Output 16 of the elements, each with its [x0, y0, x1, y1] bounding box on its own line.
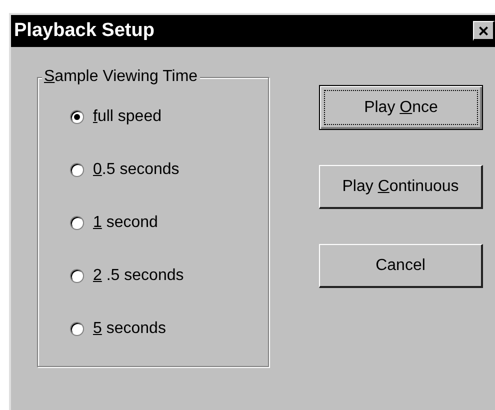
dialog-button[interactable]: Play Once: [319, 85, 483, 130]
option-label: 0.5 seconds: [93, 160, 180, 180]
radio-button[interactable]: [70, 163, 84, 177]
option-label: full speed: [93, 107, 162, 127]
option-label: 1 second: [93, 213, 158, 233]
option-label: 5 seconds: [93, 319, 166, 339]
radio-button[interactable]: [70, 269, 84, 283]
dialog-button[interactable]: Play Continuous: [319, 165, 483, 209]
group-label: Sample Viewing Time: [42, 67, 200, 87]
radio-button[interactable]: [70, 216, 84, 230]
dialog-button[interactable]: Cancel: [319, 244, 483, 288]
close-button[interactable]: ×: [473, 21, 495, 41]
radio-button[interactable]: [70, 110, 84, 124]
window-title: Playback Setup: [14, 18, 154, 43]
option-label: 2 .5 seconds: [93, 266, 184, 286]
radio-button[interactable]: [70, 322, 84, 336]
